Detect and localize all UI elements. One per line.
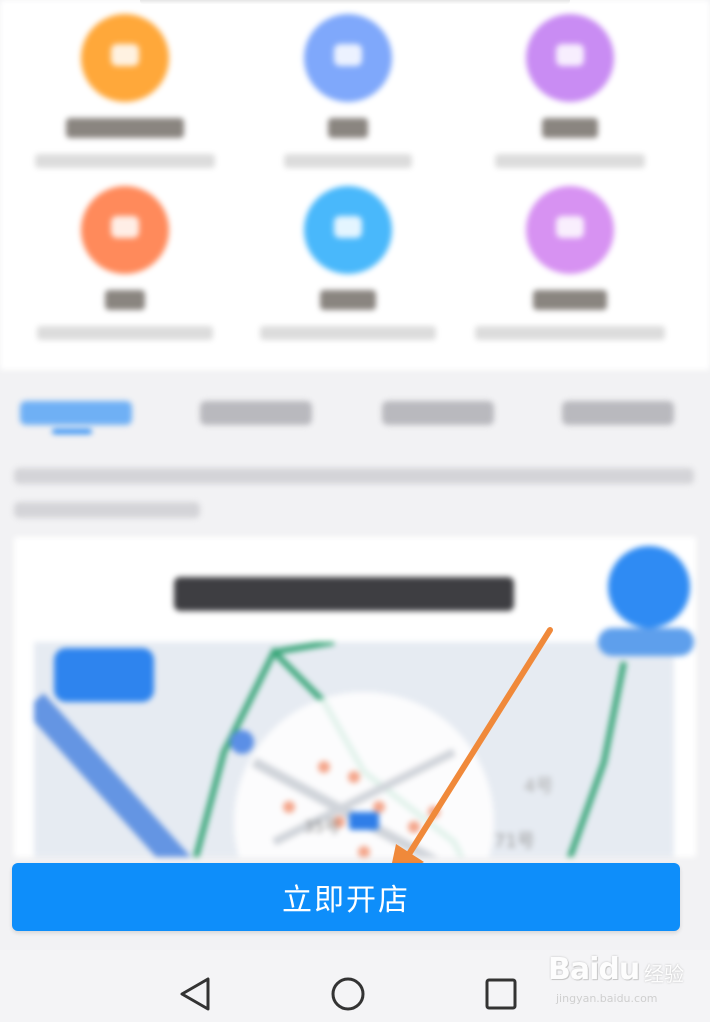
hand-icon (81, 186, 169, 274)
feature-item-3[interactable] (470, 14, 670, 168)
feature-title (248, 290, 448, 314)
tab-2[interactable] (200, 401, 312, 429)
recent-square-icon[interactable] (484, 976, 518, 1012)
coupon-icon (304, 186, 392, 274)
feature-title (470, 290, 670, 314)
tab-bar (0, 385, 710, 455)
cart-icon (304, 14, 392, 102)
floating-service-label (598, 628, 694, 656)
feature-desc (25, 326, 225, 340)
promo-title (174, 577, 514, 611)
feature-item-4[interactable] (25, 186, 225, 340)
sparkle-icon (81, 14, 169, 102)
map-label-4: 4号 (524, 776, 553, 797)
gift-icon (526, 14, 614, 102)
feature-desc (470, 154, 670, 168)
tab-active-indicator (52, 429, 92, 434)
blurred-text-line-1 (14, 468, 694, 484)
feature-title (248, 118, 448, 142)
feature-title (25, 290, 225, 314)
feature-desc (25, 154, 225, 168)
blurred-text-line-2 (14, 502, 200, 518)
feature-title (470, 118, 670, 142)
watermark-cn: 经验 (644, 962, 684, 986)
map-label-71: 71号 (494, 831, 535, 852)
floating-service-button[interactable] (608, 546, 690, 628)
tab-1[interactable] (20, 401, 132, 429)
baidu-watermark: Baidu 经验 jingyan.baidu.com (548, 948, 698, 1008)
shield-icon (526, 186, 614, 274)
feature-title (25, 118, 225, 142)
feature-desc (248, 326, 448, 340)
feature-item-2[interactable] (248, 14, 448, 168)
feature-item-5[interactable] (248, 186, 448, 340)
feature-desc (470, 326, 670, 340)
promo-card: 35号 71号 4号 (14, 537, 696, 857)
feature-item-6[interactable] (470, 186, 670, 340)
map-chip (54, 648, 154, 702)
back-triangle-icon[interactable] (178, 976, 212, 1012)
tab-4[interactable] (562, 401, 674, 429)
feature-desc (248, 154, 448, 168)
map-label-35: 35号 (304, 817, 340, 836)
open-store-button[interactable]: 立即开店 (12, 863, 680, 931)
feature-item-1[interactable] (25, 14, 225, 168)
home-circle-icon[interactable] (330, 976, 366, 1012)
watermark-url: jingyan.baidu.com (556, 992, 658, 1005)
map-preview: 35号 71号 4号 (34, 642, 674, 857)
tab-3[interactable] (382, 401, 494, 429)
watermark-logo: Baidu (548, 952, 640, 987)
feature-grid (0, 0, 710, 370)
